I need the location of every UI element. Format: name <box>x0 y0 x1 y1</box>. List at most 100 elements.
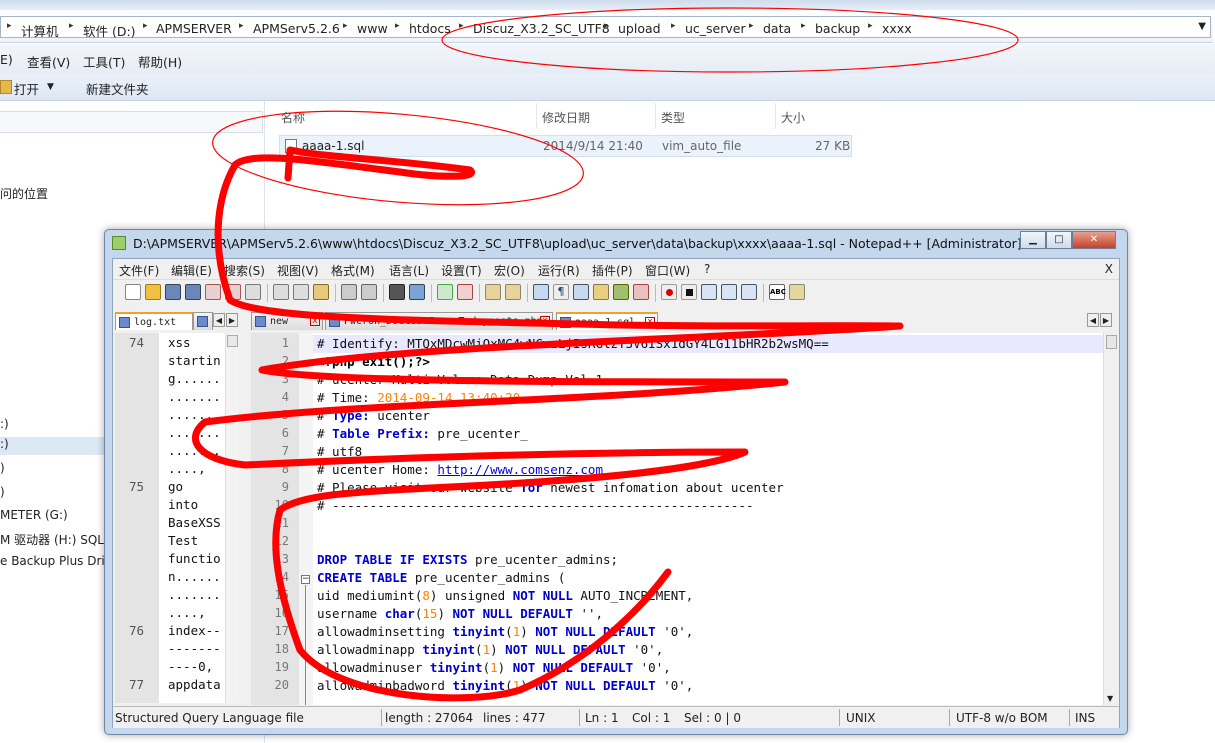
indent-guide-icon[interactable] <box>573 284 589 300</box>
column-divider[interactable] <box>536 103 537 129</box>
close-button[interactable]: ✕ <box>1072 231 1116 249</box>
undo-icon[interactable] <box>341 284 357 300</box>
save-macro-icon[interactable] <box>741 284 757 300</box>
column-header-size[interactable]: 大小 <box>781 109 805 126</box>
nav-item-drive[interactable]: ) <box>0 461 5 475</box>
chevron-left-icon[interactable]: ◀ <box>213 313 225 327</box>
open-button[interactable]: 打开 <box>14 79 39 98</box>
column-divider[interactable] <box>655 103 656 129</box>
chevron-right-icon[interactable]: ▸ <box>239 21 244 31</box>
chevron-right-icon[interactable]: ▸ <box>343 21 348 31</box>
nav-item-drive[interactable]: M 驱动器 (H:) SQLI <box>0 531 108 548</box>
doc-map-icon[interactable] <box>613 284 629 300</box>
tab-overflow[interactable] <box>193 312 213 330</box>
fold-minus-icon[interactable]: − <box>301 575 310 584</box>
tab-log[interactable]: log.txt <box>115 312 193 330</box>
replace-icon[interactable] <box>409 284 425 300</box>
find-icon[interactable] <box>389 284 405 300</box>
menu-view[interactable]: 视图(V) <box>277 262 319 279</box>
tab-pwcron[interactable]: PwCron_DoClearForumTodayposts.php x <box>325 312 553 330</box>
menu-plugins[interactable]: 插件(P) <box>592 262 633 279</box>
play-macro-icon[interactable] <box>701 284 717 300</box>
stop-macro-icon[interactable] <box>681 284 697 300</box>
vertical-scrollbar[interactable] <box>225 333 239 703</box>
close-all-icon[interactable] <box>225 284 241 300</box>
breadcrumb-item[interactable]: 计算机 <box>21 21 59 40</box>
close-tab-icon[interactable]: x <box>645 317 655 327</box>
zoom-out-icon[interactable] <box>457 284 473 300</box>
play-multiple-icon[interactable] <box>721 284 737 300</box>
scroll-thumb[interactable] <box>1106 335 1117 349</box>
spell-check-icon[interactable]: ABC <box>769 284 786 300</box>
nav-item-drive[interactable]: ) <box>0 485 5 499</box>
menu-tools[interactable]: 工具(T) <box>83 52 125 71</box>
new-folder-button[interactable]: 新建文件夹 <box>86 79 149 98</box>
udl-icon[interactable] <box>593 284 609 300</box>
maximize-button[interactable]: □ <box>1046 231 1072 249</box>
nav-item-recent[interactable]: 问的位置 <box>0 185 48 202</box>
redo-icon[interactable] <box>361 284 377 300</box>
word-wrap-icon[interactable] <box>533 284 549 300</box>
column-header-type[interactable]: 类型 <box>661 109 685 126</box>
breadcrumb-item[interactable]: xxxx <box>882 21 912 36</box>
close-document-button[interactable]: X <box>1105 262 1113 276</box>
function-list-icon[interactable] <box>633 284 649 300</box>
fold-margin[interactable]: − <box>299 333 313 705</box>
breadcrumb-item[interactable]: Discuz_X3.2_SC_UTF8 <box>473 21 610 36</box>
menu-help[interactable]: ? <box>704 262 710 276</box>
save-all-icon[interactable] <box>185 284 201 300</box>
breadcrumb-item[interactable]: data <box>763 21 791 36</box>
menu-help[interactable]: 帮助(H) <box>138 52 182 71</box>
menu-run[interactable]: 运行(R) <box>538 262 580 279</box>
breadcrumb-item[interactable]: htdocs <box>409 21 451 36</box>
menu-edit[interactable]: 编辑(E) <box>171 262 212 279</box>
column-divider[interactable] <box>775 103 776 129</box>
nav-item-drive[interactable]: :) <box>0 417 9 431</box>
chevron-right-icon[interactable]: ▸ <box>143 21 148 31</box>
close-tab-icon[interactable]: x <box>540 316 550 326</box>
plugin-icon[interactable] <box>789 284 805 300</box>
save-icon[interactable] <box>165 284 181 300</box>
paste-icon[interactable] <box>313 284 329 300</box>
close-tab-icon[interactable]: x <box>310 316 320 326</box>
chevron-right-icon[interactable]: ▶ <box>226 313 238 327</box>
side-editor[interactable]: 74 xss startin g...........................… <box>115 333 239 703</box>
new-file-icon[interactable] <box>125 284 141 300</box>
open-file-icon[interactable] <box>145 284 161 300</box>
nav-item-drive[interactable]: e Backup Plus Driv <box>0 554 112 568</box>
chevron-right-icon[interactable]: ▸ <box>749 21 754 31</box>
chevron-right-icon[interactable]: ▸ <box>868 21 873 31</box>
menu-window[interactable]: 窗口(W) <box>645 262 690 279</box>
breadcrumb-item[interactable]: www <box>357 21 388 36</box>
minimize-button[interactable]: ▁ <box>1020 231 1046 249</box>
menu-view[interactable]: 查看(V) <box>27 52 70 71</box>
zoom-in-icon[interactable] <box>437 284 453 300</box>
scroll-thumb[interactable] <box>227 335 238 347</box>
chevron-down-icon[interactable]: ▼ <box>1107 694 1113 703</box>
chevron-right-icon[interactable]: ▸ <box>69 21 74 31</box>
menu-language[interactable]: 语言(L) <box>389 262 429 279</box>
cut-icon[interactable] <box>273 284 289 300</box>
address-box[interactable]: ▸ 计算机 ▸ 软件 (D:) ▸ APMSERVER ▸ APMServ5.2… <box>0 16 1211 40</box>
menu-macro[interactable]: 宏(O) <box>494 262 525 279</box>
menu-edit[interactable]: E) <box>0 52 13 67</box>
chevron-right-icon[interactable]: ▸ <box>801 21 806 31</box>
chevron-down-icon[interactable]: ▼ <box>1198 21 1206 32</box>
chevron-right-icon[interactable]: ▸ <box>395 21 400 31</box>
chevron-left-icon[interactable]: ◀ <box>1087 313 1099 327</box>
menu-format[interactable]: 格式(M) <box>331 262 375 279</box>
breadcrumb-item[interactable]: upload <box>618 21 661 36</box>
chevron-right-icon[interactable]: ▸ <box>604 21 609 31</box>
chevron-down-icon[interactable]: ▼ <box>47 82 54 92</box>
nav-item-drive-selected[interactable]: :) <box>0 437 106 455</box>
chevron-right-icon[interactable]: ▶ <box>1100 313 1112 327</box>
breadcrumb-item[interactable]: backup <box>815 21 860 36</box>
menu-file[interactable]: 文件(F) <box>119 262 159 279</box>
breadcrumb-item[interactable]: APMServ5.2.6 <box>253 21 340 36</box>
close-file-icon[interactable] <box>205 284 221 300</box>
sync-vertical-icon[interactable] <box>485 284 501 300</box>
nav-item-drive[interactable]: METER (G:) <box>0 508 68 522</box>
sync-horizontal-icon[interactable] <box>505 284 521 300</box>
file-row[interactable]: aaaa-1.sql 2014/9/14 21:40 vim_auto_file… <box>279 135 852 157</box>
print-icon[interactable] <box>245 284 261 300</box>
